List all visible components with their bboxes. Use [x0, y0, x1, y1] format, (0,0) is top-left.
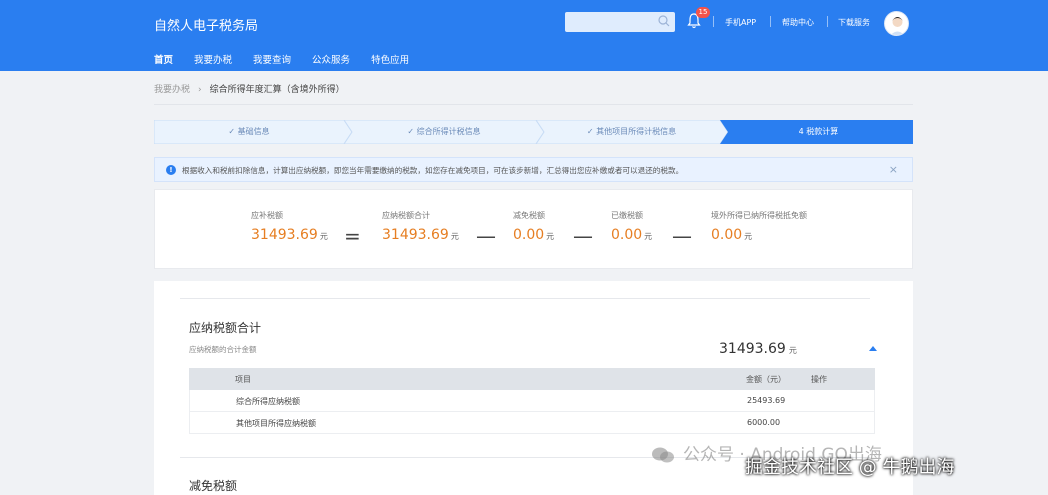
divider [827, 16, 828, 27]
equals-operator: = [344, 224, 361, 248]
chevron-right-icon: › [198, 85, 202, 95]
summary-label: 境外所得已纳所得税抵免额 [711, 211, 807, 220]
minus-operator: — [476, 224, 496, 248]
summary-label: 减免税额 [513, 211, 545, 220]
watermark: 公众号 · Android GO出海 掘金技术社区 @ 牛鹅出海 [645, 433, 1045, 495]
row-amount: 6000.00 [747, 418, 781, 427]
download-link[interactable]: 下载服务 [838, 17, 870, 28]
avatar-icon [890, 17, 905, 35]
column-header: 操作 [811, 375, 827, 384]
wechat-icon [652, 447, 674, 463]
top-header: 自然人电子税务局 15 手机APP 帮助中心 下载服务 首页 我要办税 我要查询… [0, 0, 1048, 71]
step-basic-info[interactable]: ✓ 基础信息 [154, 120, 344, 144]
nav-home[interactable]: 首页 [154, 52, 173, 66]
info-tip: ! 根据收入和税前扣除信息，计算出应纳税额，即您当年需要缴纳的税款，如您存在减免… [154, 157, 913, 182]
total-amount: 31493.69 [719, 341, 786, 357]
summary-label: 应补税额 [251, 211, 283, 220]
tax-reduction-amount: 0.00 [513, 227, 545, 243]
divider [154, 104, 913, 105]
step-other-income[interactable]: ✓ 其他项目所得计税信息 [539, 120, 724, 144]
nav-query[interactable]: 我要查询 [253, 52, 291, 66]
nav-public-services[interactable]: 公众服务 [312, 52, 350, 66]
breadcrumb: 我要办税 › 综合所得年度汇算（含境外所得） [154, 82, 345, 95]
column-header: 项目 [235, 375, 251, 384]
unit-label: 元 [546, 232, 555, 241]
row-amount: 25493.69 [747, 396, 786, 405]
column-header: 金额（元） [746, 375, 786, 384]
nav-tax-services[interactable]: 我要办税 [194, 52, 232, 66]
minus-operator: — [573, 224, 593, 248]
section-title: 减免税额 [189, 479, 238, 493]
minus-operator: — [672, 224, 692, 248]
progress-steps: ✓ 基础信息 ✓ 综合所得计税信息 ✓ 其他项目所得计税信息 4 税款计算 [154, 120, 913, 144]
summary-value: 0.00 元 [611, 227, 652, 243]
divider [770, 16, 771, 27]
unit-label: 元 [450, 232, 459, 241]
summary-label: 已缴税额 [611, 211, 643, 220]
search-input[interactable] [565, 12, 675, 32]
unit-label: 元 [319, 232, 328, 241]
table-row: 综合所得应纳税额 25493.69 [189, 390, 875, 412]
main-nav: 首页 我要办税 我要查询 公众服务 特色应用 [154, 52, 430, 66]
total-tax-amount: 31493.69 [382, 227, 449, 243]
close-icon[interactable]: × [889, 163, 898, 176]
summary-value: 0.00 元 [711, 227, 752, 243]
step-comprehensive-income[interactable]: ✓ 综合所得计税信息 [349, 120, 539, 144]
search-icon[interactable] [657, 14, 671, 28]
collapse-icon[interactable] [869, 346, 877, 351]
tax-due-amount: 31493.69 [251, 227, 318, 243]
tax-table: 项目 金额（元） 操作 综合所得应纳税额 25493.69 其他项目所得应纳税额… [189, 368, 875, 434]
section-title: 应纳税额合计 [189, 321, 262, 335]
step-tax-calculation: 4 税款计算 [798, 127, 839, 136]
summary-label: 应纳税额合计 [382, 211, 430, 220]
watermark-line2: 掘金技术社区 @ 牛鹅出海 [745, 457, 955, 478]
divider [713, 16, 714, 27]
section-subtitle: 应纳税额的合计金额 [189, 345, 257, 354]
foreign-credit-amount: 0.00 [711, 227, 743, 243]
section-total: 31493.69 元 [719, 341, 797, 357]
breadcrumb-current: 综合所得年度汇算（含境外所得） [209, 85, 345, 95]
unit-label: 元 [744, 232, 753, 241]
divider [180, 298, 870, 299]
row-item: 综合所得应纳税额 [236, 397, 300, 406]
breadcrumb-parent[interactable]: 我要办税 [154, 85, 190, 95]
nav-featured-apps[interactable]: 特色应用 [371, 52, 409, 66]
help-center-link[interactable]: 帮助中心 [782, 17, 814, 28]
mobile-app-link[interactable]: 手机APP [725, 17, 756, 28]
notification-badge: 15 [696, 7, 710, 18]
tax-paid-amount: 0.00 [611, 227, 643, 243]
info-icon: ! [166, 165, 176, 175]
unit-label: 元 [788, 346, 797, 355]
user-avatar[interactable] [884, 11, 909, 36]
summary-value: 0.00 元 [513, 227, 554, 243]
summary-value: 31493.69 元 [251, 227, 328, 243]
summary-value: 31493.69 元 [382, 227, 459, 243]
tax-summary: 应补税额 31493.69 元 = 应纳税额合计 31493.69 元 — 减免税额… [154, 189, 913, 269]
table-header: 项目 金额（元） 操作 [189, 368, 875, 390]
unit-label: 元 [644, 232, 653, 241]
row-item: 其他项目所得应纳税额 [236, 419, 316, 428]
table-row: 其他项目所得应纳税额 6000.00 [189, 412, 875, 434]
tip-text: 根据收入和税前扣除信息，计算出应纳税额，即您当年需要缴纳的税款，如您存在减免项目… [182, 166, 684, 175]
site-logo[interactable]: 自然人电子税务局 [154, 15, 258, 34]
